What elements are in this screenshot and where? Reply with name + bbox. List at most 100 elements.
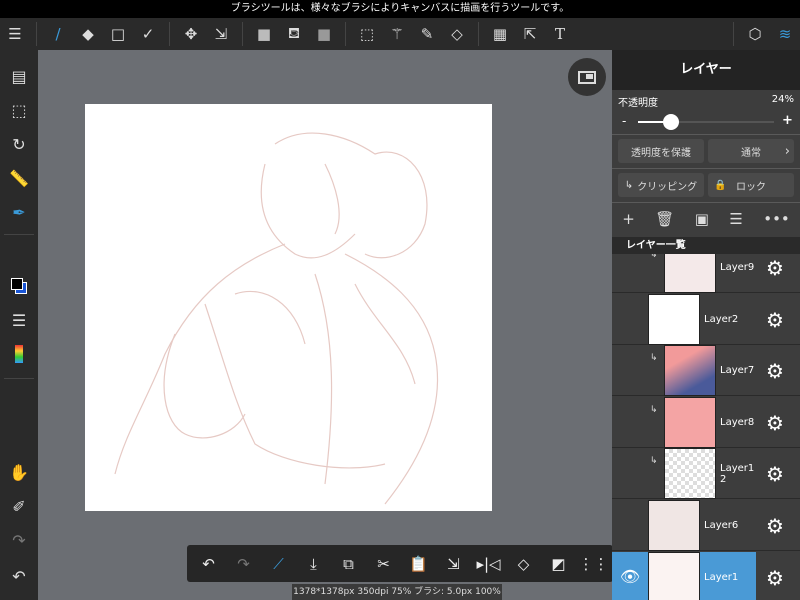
layer-panel: レイヤー 不透明度 24% - + 透明度を保護 通常 › ↳ クリッピング 🔒 ロッ… — [612, 50, 800, 600]
left-sidebar: ▤ ⬚ ↻ 📏 ✒ ☰ ✋ ✐ ↷ ↶ — [0, 50, 38, 600]
clipping-arrow-icon: ↳ — [650, 254, 658, 260]
ruler-icon[interactable]: 📏 — [0, 164, 38, 192]
color-palette-icon[interactable] — [0, 340, 38, 368]
layer-thumbnail — [664, 254, 716, 293]
gear-icon[interactable]: ⚙ — [766, 308, 784, 332]
eyedropper-icon[interactable]: ✐ — [0, 492, 38, 520]
top-toolbar: ☰ / ◆ □ ✓ ✥ ⇲ ■ ⛾ ■ ⬚ ⚚ ✎ ◇ ▦ ⇱ T ⬡ ≋ — [0, 18, 800, 50]
menu-icon[interactable]: ☰ — [0, 18, 30, 50]
pages-icon[interactable]: ▤ — [0, 62, 38, 90]
gradient-icon[interactable]: ■ — [309, 18, 339, 50]
gear-icon[interactable]: ⚙ — [766, 514, 784, 538]
gear-icon[interactable]: ⚙ — [766, 411, 784, 435]
opacity-minus[interactable]: - — [622, 114, 626, 128]
select-eraser-icon[interactable]: ◇ — [442, 18, 472, 50]
clipping-arrow-icon: ↳ — [650, 353, 658, 364]
layers-icon[interactable]: ≋ — [770, 18, 800, 50]
lasso-fill-icon[interactable]: ⟋ — [261, 545, 296, 582]
layer-thumbnail — [664, 448, 716, 500]
layer-row[interactable]: Layer2 ⚙ — [612, 293, 800, 345]
object-select-icon[interactable]: ⇱ — [515, 18, 545, 50]
redo-icon[interactable]: ↷ — [0, 526, 38, 554]
opacity-slider-knob[interactable] — [662, 114, 679, 130]
transform-icon[interactable]: ⇲ — [206, 18, 236, 50]
action-icon[interactable]: ◩ — [541, 545, 576, 582]
layer-name: Layer7 — [720, 365, 755, 377]
clipping-button[interactable]: ↳ クリッピング — [618, 173, 704, 197]
blend-mode-button[interactable]: 通常 › — [708, 139, 794, 163]
sketch-drawing — [114, 132, 439, 505]
brush-list-icon[interactable]: ☰ — [0, 306, 38, 334]
layer-name: Layer1 — [704, 571, 739, 583]
navigator-button[interactable] — [568, 58, 606, 96]
add-layer-icon[interactable]: + — [622, 210, 635, 228]
rectangle-icon[interactable]: □ — [103, 18, 133, 50]
frame-icon[interactable]: ▦ — [485, 18, 515, 50]
paste-icon[interactable]: 📋 — [401, 545, 436, 582]
snap-pen-icon[interactable]: ✒ — [0, 198, 38, 226]
clipping-icon: ↳ — [624, 179, 634, 191]
more-icon[interactable]: ••• — [763, 210, 790, 228]
materials-icon[interactable]: ⬡ — [740, 18, 770, 50]
layer-list-header: レイヤー一覧 — [612, 237, 800, 254]
gear-icon[interactable]: ⚙ — [766, 359, 784, 383]
layer-row[interactable]: ↳ Layer7 ⚙ — [612, 345, 800, 397]
layer-thumbnail — [648, 551, 700, 600]
import-icon[interactable]: ⤓ — [296, 545, 331, 582]
eye-icon[interactable]: 👁 — [612, 551, 648, 600]
magic-wand-icon[interactable]: ⚚ — [382, 18, 412, 50]
bottom-toolbar: ↶ ↷ ⟋ ⤓ ⧉ ✂ 📋 ⇲ ▸|◁ ◇ ◩ ⋮⋮ — [187, 545, 613, 582]
protect-alpha-button[interactable]: 透明度を保護 — [618, 139, 704, 163]
undo-icon[interactable]: ↶ — [191, 545, 226, 582]
layer-name: Layer8 — [720, 416, 755, 428]
selection-icon[interactable]: ⬚ — [0, 96, 38, 124]
gear-icon[interactable]: ⚙ — [766, 256, 784, 280]
eraser-icon[interactable]: ◆ — [73, 18, 103, 50]
layer-thumbnail — [648, 293, 700, 345]
layer-list-icon[interactable]: ☰ — [729, 210, 742, 228]
layer-row[interactable]: Layer6 ⚙ — [612, 500, 800, 551]
status-bar: 1378*1378px 350dpi 75% ブラシ: 5.0px 100% — [292, 584, 502, 600]
layer-row[interactable]: ↳ Layer8 ⚙ — [612, 396, 800, 448]
lock-button[interactable]: 🔒 ロック — [708, 173, 794, 197]
layer-name: Layer6 — [704, 520, 739, 531]
layer-row[interactable]: ↳ Layer9 ⚙ — [612, 254, 800, 293]
layer-thumbnail — [664, 345, 716, 397]
redo-icon[interactable]: ↷ — [226, 545, 261, 582]
copy-icon[interactable]: ⧉ — [331, 545, 366, 582]
more-grid-icon[interactable]: ⋮⋮ — [576, 545, 611, 582]
select-rect-icon[interactable]: ⬚ — [352, 18, 382, 50]
brush-icon[interactable]: / — [43, 18, 73, 50]
opacity-plus[interactable]: + — [782, 113, 793, 128]
color-swatch[interactable] — [0, 272, 38, 300]
move-icon[interactable]: ✥ — [176, 18, 206, 50]
gear-icon[interactable]: ⚙ — [766, 462, 784, 486]
delete-layer-icon[interactable]: 🗑 — [655, 210, 674, 228]
select-pen-icon[interactable]: ✎ — [412, 18, 442, 50]
gear-icon[interactable]: ⚙ — [766, 566, 784, 590]
undo-icon[interactable]: ↶ — [0, 562, 38, 590]
transform-icon[interactable]: ⇲ — [436, 545, 471, 582]
import-image-icon[interactable]: ▣ — [695, 210, 709, 228]
fill-color-icon[interactable]: ■ — [249, 18, 279, 50]
chevron-right-icon: › — [784, 143, 790, 159]
hand-icon[interactable]: ✋ — [0, 458, 38, 486]
clipping-arrow-icon: ↳ — [650, 456, 658, 467]
clear-icon[interactable]: ◇ — [506, 545, 541, 582]
opacity-slider[interactable]: - + — [612, 112, 800, 132]
magic-brush-icon[interactable]: ✓ — [133, 18, 163, 50]
clipping-label: クリッピング — [637, 181, 698, 193]
text-icon[interactable]: T — [545, 18, 575, 50]
layer-name: Layer12 — [720, 463, 755, 486]
cut-icon[interactable]: ✂ — [366, 545, 401, 582]
lock-icon: 🔒 — [714, 179, 727, 191]
layer-row[interactable]: ↳ Layer12 ⚙ — [612, 448, 800, 500]
navigator-icon — [578, 70, 596, 84]
layer-list: ↳ Layer9 ⚙ Layer2 ⚙ ↳ Layer7 ⚙ ↳ Layer8 ⚙ ↳ Layer12 ⚙… — [612, 254, 800, 600]
layer-row[interactable]: 👁 Layer1 ⚙ — [612, 551, 800, 600]
bucket-icon[interactable]: ⛾ — [279, 18, 309, 50]
drawing-canvas[interactable] — [85, 104, 492, 511]
layer-name: Layer2 — [704, 313, 739, 325]
rotate-icon[interactable]: ↻ — [0, 130, 38, 158]
flip-icon[interactable]: ▸|◁ — [471, 545, 506, 582]
